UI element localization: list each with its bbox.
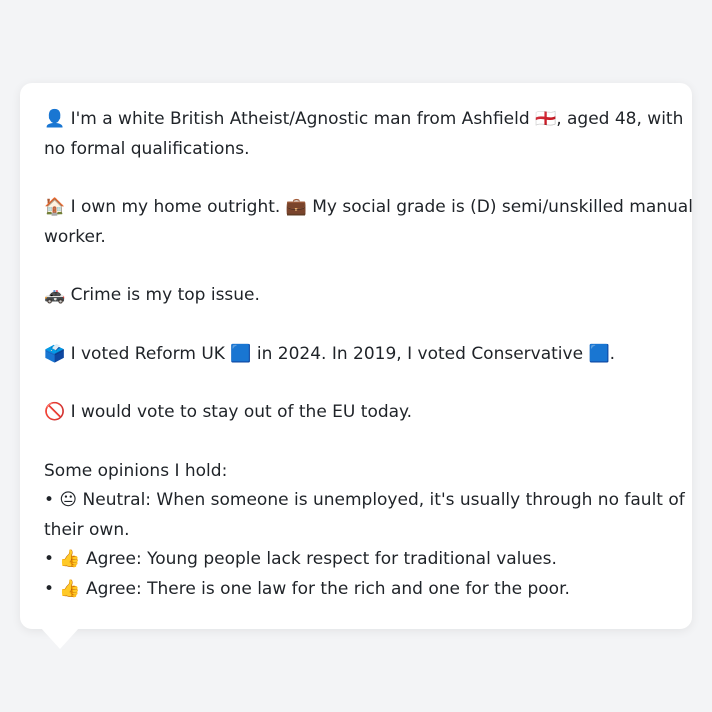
bubble-tail [40,627,80,649]
home-text: 🏠 I own my home outright. 💼 My social gr… [44,197,693,217]
opinion-item: • 😐 Neutral: When someone is unemployed,… [44,490,685,510]
opinion-item-cont: their own. [44,519,130,540]
opinions-heading: Some opinions I hold: [44,460,228,481]
eu-stance-text: 🚫 I would vote to stay out of the EU tod… [44,402,413,422]
opinion-item: • 👍 Agree: There is one law for the rich… [44,578,570,599]
identity-text-cont: no formal qualifications. [44,138,250,159]
identity-text: 👤 I'm a white British Atheist/Agnostic m… [44,109,684,129]
top-issue-text: 🚓 Crime is my top issue. [44,285,260,305]
home-text-cont: worker. [44,226,106,247]
opinion-item: • 👍 Agree: Young people lack respect for… [44,549,557,569]
vote-history-text: 🗳️ I voted Reform UK 🟦 in 2024. In 2019,… [44,343,616,364]
persona-message-bubble: 👤 I'm a white British Atheist/Agnostic m… [20,83,693,629]
